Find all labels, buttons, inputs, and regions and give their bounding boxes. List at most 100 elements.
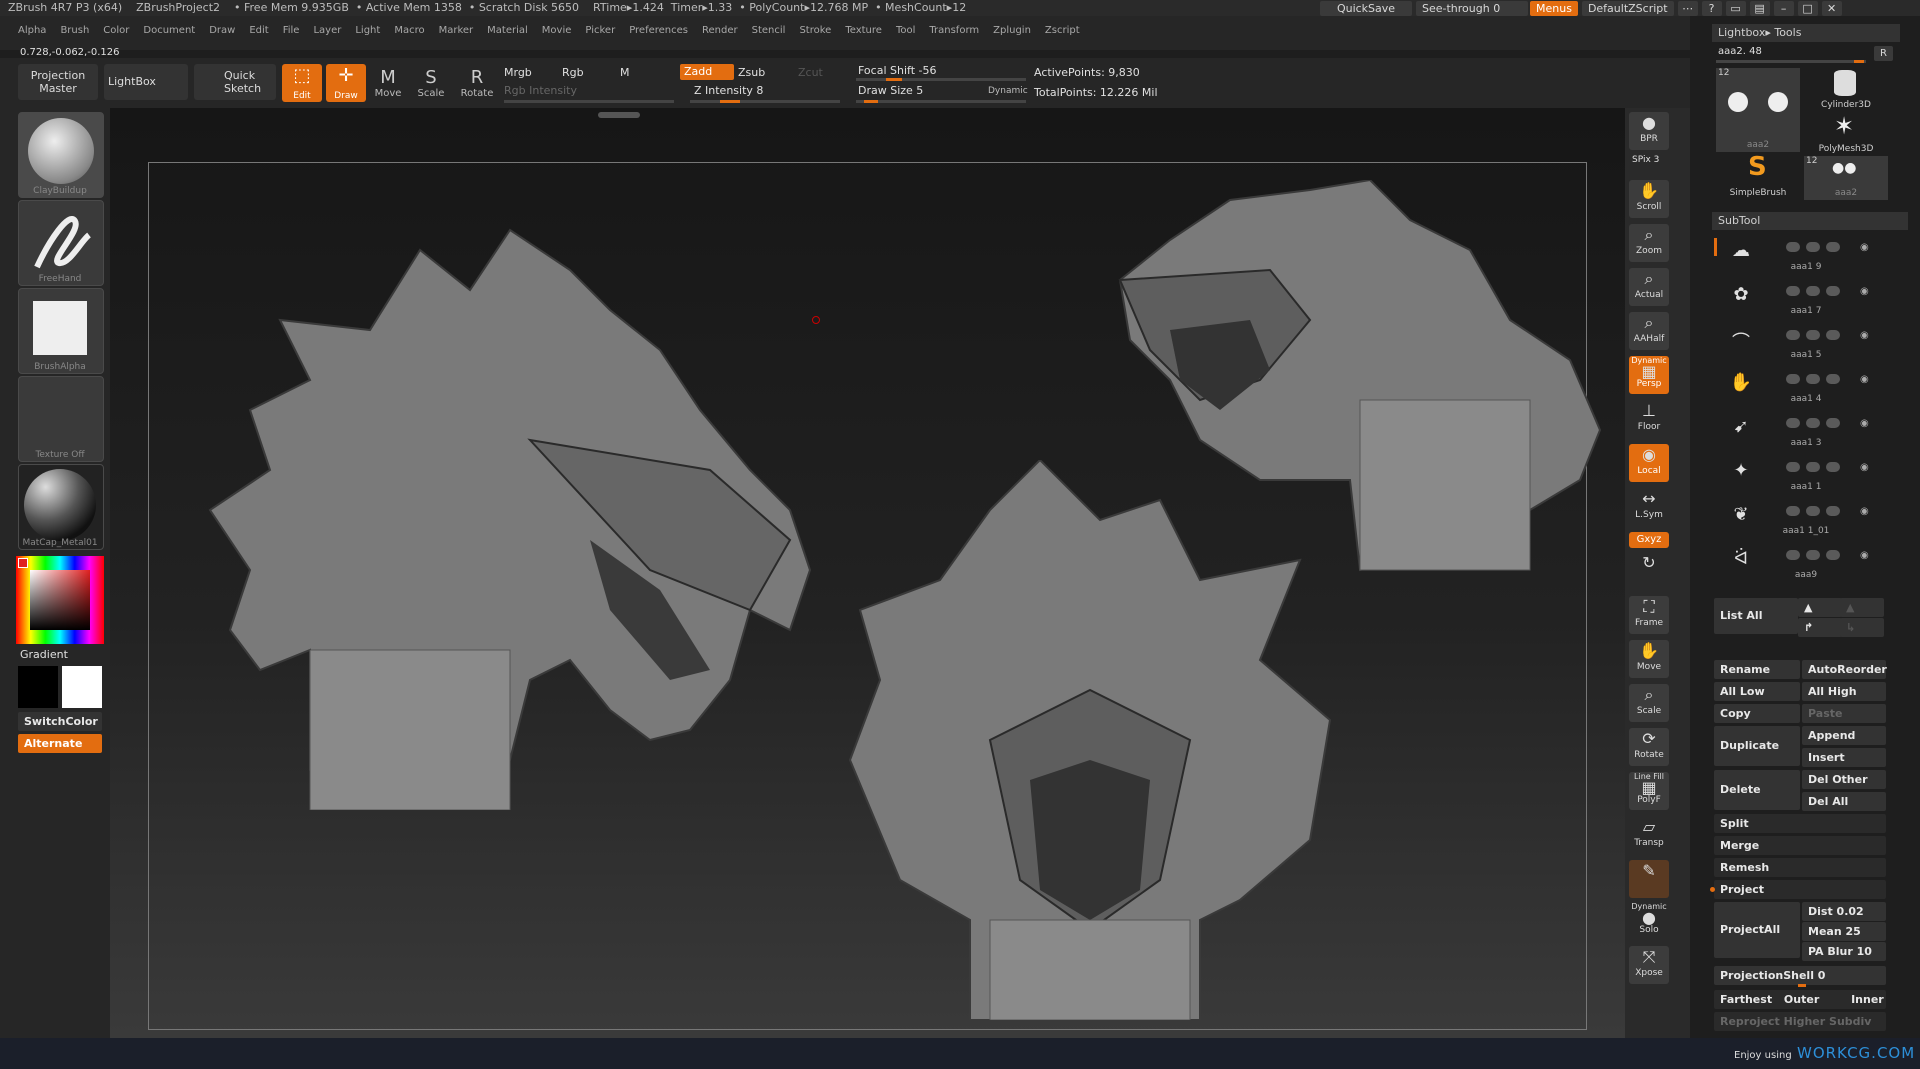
- subtool-toggles[interactable]: ◉: [1786, 550, 1886, 561]
- toggle-icon[interactable]: [1806, 462, 1820, 472]
- menu-alpha[interactable]: Alpha: [18, 25, 46, 36]
- toggle-icon[interactable]: [1806, 418, 1820, 428]
- insert-button[interactable]: Insert: [1802, 748, 1886, 767]
- tool-thumb-cylinder3d[interactable]: Cylinder3D: [1804, 68, 1888, 112]
- move-tool[interactable]: M Move: [369, 68, 407, 100]
- local-button[interactable]: ◉ Local: [1629, 444, 1669, 482]
- transp-button[interactable]: ▱ Transp: [1629, 816, 1669, 854]
- mrgb-button[interactable]: Mrgb: [504, 66, 532, 79]
- visibility-eye-icon[interactable]: ◉: [1860, 418, 1874, 429]
- toggle-icon[interactable]: [1786, 330, 1800, 340]
- toggle-icon[interactable]: [1786, 418, 1800, 428]
- menu-edit[interactable]: Edit: [249, 25, 268, 36]
- m-button[interactable]: M: [620, 66, 630, 79]
- xyz-button[interactable]: Gxyz: [1629, 532, 1669, 548]
- lsym-button[interactable]: ↔ L.Sym: [1629, 488, 1669, 526]
- rotate-axis-buttons[interactable]: ↻: [1629, 552, 1669, 588]
- merge-button[interactable]: Merge: [1714, 836, 1886, 855]
- menu-zscript[interactable]: Zscript: [1045, 25, 1080, 36]
- visibility-eye-icon[interactable]: ◉: [1860, 242, 1874, 253]
- projectionshell-slider[interactable]: ProjectionShell 0: [1714, 966, 1886, 985]
- visibility-eye-icon[interactable]: ◉: [1860, 550, 1874, 561]
- subtool-toggles[interactable]: ◉: [1786, 418, 1886, 429]
- all-low-button[interactable]: All Low: [1714, 682, 1800, 701]
- solo-button[interactable]: Dynamic ● Solo: [1629, 902, 1669, 940]
- reproject-higher-subdiv-button[interactable]: Reproject Higher Subdiv: [1714, 1012, 1886, 1031]
- toggle-icon[interactable]: [1826, 286, 1840, 296]
- tool-thumb-aaa2[interactable]: 12 aaa2: [1716, 68, 1800, 152]
- dragon-head-right[interactable]: [1110, 180, 1610, 580]
- move-up-disabled-icon[interactable]: ▲: [1840, 598, 1884, 617]
- remesh-button[interactable]: Remesh: [1714, 858, 1886, 877]
- projection-master-button[interactable]: Projection Master: [18, 64, 98, 100]
- toggle-icon[interactable]: [1826, 506, 1840, 516]
- subtool-item[interactable]: ᐛ ◉ aaa9: [1718, 542, 1894, 582]
- minimize-icon[interactable]: –: [1773, 1, 1794, 16]
- bpr-button[interactable]: ● BPR: [1629, 112, 1669, 150]
- scale-tool[interactable]: S Scale: [412, 68, 450, 100]
- rgb-intensity-slider[interactable]: Rgb Intensity: [504, 84, 577, 97]
- tool-thumb-polymesh3d[interactable]: ✶ PolyMesh3D: [1804, 112, 1888, 156]
- paste-button[interactable]: Paste: [1802, 704, 1886, 723]
- autoreorder-button[interactable]: AutoReorder: [1802, 660, 1887, 679]
- menu-picker[interactable]: Picker: [585, 25, 615, 36]
- menus-button[interactable]: Menus: [1530, 1, 1578, 16]
- lightbox-button[interactable]: LightBox: [104, 64, 188, 100]
- toggle-icon[interactable]: [1786, 374, 1800, 384]
- actual-button[interactable]: ⌕ Actual: [1629, 268, 1669, 306]
- menu-draw[interactable]: Draw: [209, 25, 235, 36]
- layout-icon[interactable]: ⋯: [1677, 1, 1698, 16]
- toggle-icon[interactable]: [1806, 506, 1820, 516]
- menu-texture[interactable]: Texture: [845, 25, 882, 36]
- subtool-toggles[interactable]: ◉: [1786, 374, 1886, 385]
- spix-slider[interactable]: SPix 3: [1632, 155, 1659, 165]
- dist-slider[interactable]: Dist 0.02: [1802, 902, 1886, 921]
- menu-tool[interactable]: Tool: [896, 25, 915, 36]
- default-zscript-button[interactable]: DefaultZScript: [1581, 1, 1674, 16]
- subtool-item[interactable]: ✦ ◉ aaa1 1: [1718, 454, 1894, 494]
- toggle-icon[interactable]: [1826, 374, 1840, 384]
- help-icon[interactable]: ?: [1701, 1, 1722, 16]
- scroll-button[interactable]: ✋ Scroll: [1629, 180, 1669, 218]
- tool-thumb-simplebrush[interactable]: S SimpleBrush: [1716, 152, 1800, 200]
- rgb-button[interactable]: Rgb: [562, 66, 584, 79]
- close-icon[interactable]: ✕: [1821, 1, 1842, 16]
- copy-button[interactable]: Copy: [1714, 704, 1800, 723]
- draw-size-slider[interactable]: Draw Size 5: [858, 84, 923, 97]
- dragon-head-left[interactable]: [190, 210, 830, 810]
- subtool-item[interactable]: ✋ ◉ aaa1 4: [1718, 366, 1894, 406]
- toggle-icon[interactable]: [1826, 550, 1840, 560]
- del-all-button[interactable]: Del All: [1802, 792, 1886, 811]
- subtool-item[interactable]: ✿ ◉ aaa1 7: [1718, 278, 1894, 318]
- xpose-button[interactable]: ⤧ Xpose: [1629, 946, 1669, 984]
- alternate-button[interactable]: Alternate: [18, 734, 102, 753]
- rename-button[interactable]: Rename: [1714, 660, 1800, 679]
- persp-button[interactable]: Dynamic ▦ Persp: [1629, 356, 1669, 394]
- color-picker[interactable]: [16, 556, 104, 644]
- visibility-eye-icon[interactable]: ◉: [1860, 506, 1874, 517]
- toggle-icon[interactable]: [1806, 550, 1820, 560]
- toggle-icon[interactable]: [1806, 374, 1820, 384]
- menu-light[interactable]: Light: [355, 25, 380, 36]
- lock-icon[interactable]: ▭: [1725, 1, 1746, 16]
- all-high-button[interactable]: All High: [1802, 682, 1886, 701]
- subtool-header[interactable]: SubTool: [1712, 212, 1908, 230]
- menu-stroke[interactable]: Stroke: [799, 25, 831, 36]
- subtool-item[interactable]: ❦ ◉ aaa1 1_01: [1718, 498, 1894, 538]
- primary-color-swatch[interactable]: [18, 666, 58, 708]
- menu-movie[interactable]: Movie: [542, 25, 572, 36]
- viewport-scroll-handle[interactable]: [598, 112, 640, 118]
- menu-layer[interactable]: Layer: [313, 25, 341, 36]
- toggle-icon[interactable]: [1786, 286, 1800, 296]
- edit-button[interactable]: ⬚ Edit: [282, 64, 322, 102]
- move-down-icon[interactable]: ↱: [1798, 618, 1842, 637]
- toggle-icon[interactable]: [1786, 550, 1800, 560]
- color-picker-square[interactable]: [30, 570, 90, 630]
- draw-button[interactable]: ✛ Draw: [326, 64, 366, 102]
- append-button[interactable]: Append: [1802, 726, 1886, 745]
- rotate-tool[interactable]: R Rotate: [458, 68, 496, 100]
- tool-r-button[interactable]: R: [1874, 46, 1893, 61]
- visibility-eye-icon[interactable]: ◉: [1860, 374, 1874, 385]
- toggle-icon[interactable]: [1786, 462, 1800, 472]
- toggle-icon[interactable]: [1826, 330, 1840, 340]
